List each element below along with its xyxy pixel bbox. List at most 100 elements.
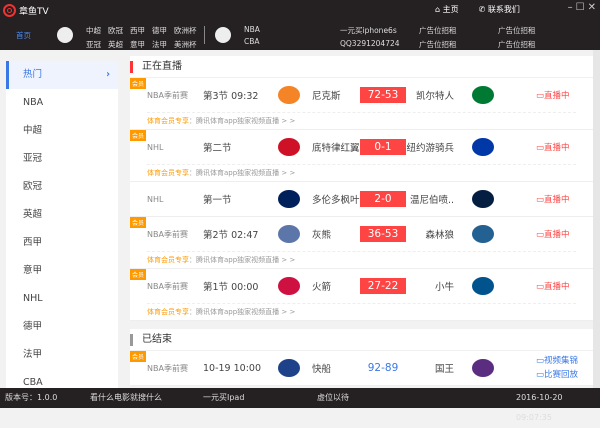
ad-slot[interactable]: 广告位招租 (419, 39, 457, 50)
contact-link[interactable]: ✆ 联系我们 (479, 4, 520, 15)
section-title: 已结束 (130, 329, 593, 351)
footer-link[interactable]: 看什么电影就搜什么 (90, 388, 162, 408)
member-badge: 会员 (130, 78, 147, 89)
promo-label: 体育会员专享 (147, 308, 189, 316)
sidebar-item[interactable]: NHL (6, 285, 118, 313)
match-time: 10-19 10:00 (203, 362, 262, 374)
ad-slot[interactable]: 广告位招租 (419, 25, 457, 36)
league: NBA季前赛 (147, 229, 188, 239)
home-team-logo-icon (278, 277, 300, 295)
live-section: 正在直播 会员 NBA季前赛 第3节 09:32 尼克斯 72-53 凯尔特人 ▭… (130, 56, 593, 321)
highlights-link[interactable]: ▭视频集锦 (536, 354, 578, 366)
scrollbar[interactable] (593, 50, 600, 388)
sidebar-item[interactable]: 西甲 (6, 229, 118, 257)
away-team: 国王 (434, 364, 454, 375)
match-row[interactable]: 会员 NBA季前赛 第3节 09:32 尼克斯 72-53 凯尔特人 ▭直播中 体育… (130, 78, 593, 130)
sidebar-item[interactable]: 德甲 (6, 313, 118, 341)
member-badge: 会员 (130, 269, 147, 280)
nav-league[interactable]: 西甲 (130, 25, 145, 36)
home-link[interactable]: ⌂ 主页 (435, 4, 459, 15)
nav-league[interactable]: 意甲 (130, 39, 145, 50)
home-team-logo-icon (278, 190, 300, 208)
sidebar-item[interactable]: 法甲 (6, 341, 118, 369)
nav-league[interactable]: 欧冠 (108, 25, 123, 36)
nav-divider (204, 26, 205, 44)
minimize-icon[interactable]: – (568, 2, 573, 13)
promo-link[interactable]: 体育会员专享：腾讯体育app独家视频直播 > > (147, 112, 576, 129)
away-team: 小牛 (434, 282, 454, 293)
sidebar-item[interactable]: 中超 (6, 117, 118, 145)
league: NBA季前赛 (147, 90, 188, 100)
status-link[interactable]: ▭直播中 (536, 228, 570, 240)
promo-text: ：腾讯体育app独家视频直播 > > (189, 308, 296, 316)
score: 0-1 (360, 139, 406, 155)
match-row[interactable]: NHL 第一节 多伦多枫叶 2-0 温尼伯喷.. ▭直播中 (130, 182, 593, 217)
status-link[interactable]: ▭直播中 (536, 89, 570, 101)
match-row[interactable]: 会员 NHL 第二节 底特律红翼 0-1 纽约游骑兵 ▭直播中 体育会员专享：腾讯体… (130, 130, 593, 182)
status-label: 直播中 (544, 230, 570, 240)
promo-link[interactable]: 体育会员专享：腾讯体育app独家视频直播 > > (147, 251, 576, 268)
close-icon[interactable]: ✕ (588, 2, 596, 13)
maximize-icon[interactable]: ☐ (576, 2, 585, 13)
promo-link[interactable]: 体育会员专享：腾讯体育app独家视频直播 > > (147, 164, 576, 181)
nav-league[interactable]: 美洲杯 (174, 39, 197, 50)
footer-link[interactable]: 一元买Ipad (203, 388, 244, 408)
nav-league[interactable]: 中超 (86, 25, 101, 36)
promo-link[interactable]: 一元买iphone6s (340, 25, 400, 36)
app-logo: 章鱼TV (3, 3, 49, 17)
sidebar-item[interactable]: CBA (6, 369, 118, 388)
nav-cba[interactable]: CBA (244, 37, 260, 46)
away-team-logo-icon (472, 190, 494, 208)
home-team: 灰熊 (312, 230, 332, 241)
footer-link[interactable]: 虚位以待 (317, 388, 349, 408)
away-team-logo-icon (472, 86, 494, 104)
match-row[interactable]: 会员 NBA季前赛 第1节 00:00 火箭 27-22 小牛 ▭直播中 体育会员专… (130, 269, 593, 321)
ad-slot[interactable]: 广告位招租 (498, 25, 536, 36)
home-team: 多伦多枫叶 (312, 195, 360, 206)
sidebar-item-label: 西甲 (23, 237, 43, 248)
sidebar-item[interactable]: NBA (6, 89, 118, 117)
sidebar: 热门 › NBA 中超亚冠 欧冠 英超西甲意甲 NHL 德甲 法甲 CBA (6, 61, 118, 388)
match-row[interactable]: 会员 NBA季前赛 10-19 10:00 快船 92-89 国王 ▭视频集锦 ▭比… (130, 351, 593, 386)
nav-league[interactable]: 英超 (108, 39, 123, 50)
promo-label: 体育会员专享 (147, 169, 189, 177)
nav-home[interactable]: 首页 (16, 30, 31, 41)
match-list: 正在直播 会员 NBA季前赛 第3节 09:32 尼克斯 72-53 凯尔特人 ▭… (130, 56, 593, 388)
status-label: 直播中 (544, 282, 570, 292)
replay-link[interactable]: ▭比赛回放 (536, 368, 578, 380)
member-badge: 会员 (130, 217, 147, 228)
nav-nba[interactable]: NBA (244, 25, 260, 34)
nav-league[interactable]: 德甲 (152, 25, 167, 36)
away-team: 温尼伯喷.. (409, 195, 454, 206)
away-team-logo-icon (472, 277, 494, 295)
ad-slot[interactable]: 广告位招租 (498, 39, 536, 50)
status-link[interactable]: ▭直播中 (536, 280, 570, 292)
nav-league[interactable]: 法甲 (152, 39, 167, 50)
status-label: 直播中 (544, 195, 570, 205)
sidebar-item-label: NHL (23, 293, 43, 304)
home-team-logo-icon (278, 86, 300, 104)
sidebar-item[interactable]: 英超 (6, 201, 118, 229)
sidebar-item-label: NBA (23, 97, 44, 108)
promo-text: ：腾讯体育app独家视频直播 > > (189, 117, 296, 125)
sidebar-item-label: 中超 (23, 125, 43, 136)
version-text: 版本号：1.0.0 (5, 393, 58, 402)
league: NBA季前赛 (147, 363, 188, 373)
home-team: 尼克斯 (312, 91, 341, 102)
status-label: 视频集锦 (544, 356, 579, 366)
match-row[interactable]: 会员 NBA季前赛 第2节 02:47 灰熊 36-53 森林狼 ▭直播中 体育会员… (130, 217, 593, 269)
status-link[interactable]: ▭直播中 (536, 141, 570, 153)
status-link[interactable]: ▭直播中 (536, 193, 570, 205)
score: 2-0 (360, 191, 406, 207)
promo-link[interactable]: 体育会员专享：腾讯体育app独家视频直播 > > (147, 303, 576, 320)
match-time: 第1节 00:00 (203, 282, 259, 293)
sidebar-item[interactable]: 意甲 (6, 257, 118, 285)
member-badge: 会员 (130, 130, 147, 141)
away-team: 凯尔特人 (415, 91, 454, 102)
nav-league[interactable]: 亚冠 (86, 39, 101, 50)
sidebar-item[interactable]: 亚冠 (6, 145, 118, 173)
basketball-icon (215, 27, 231, 43)
nav-league[interactable]: 欧洲杯 (174, 25, 197, 36)
sidebar-item[interactable]: 热门 › (6, 61, 118, 89)
sidebar-item[interactable]: 欧冠 (6, 173, 118, 201)
